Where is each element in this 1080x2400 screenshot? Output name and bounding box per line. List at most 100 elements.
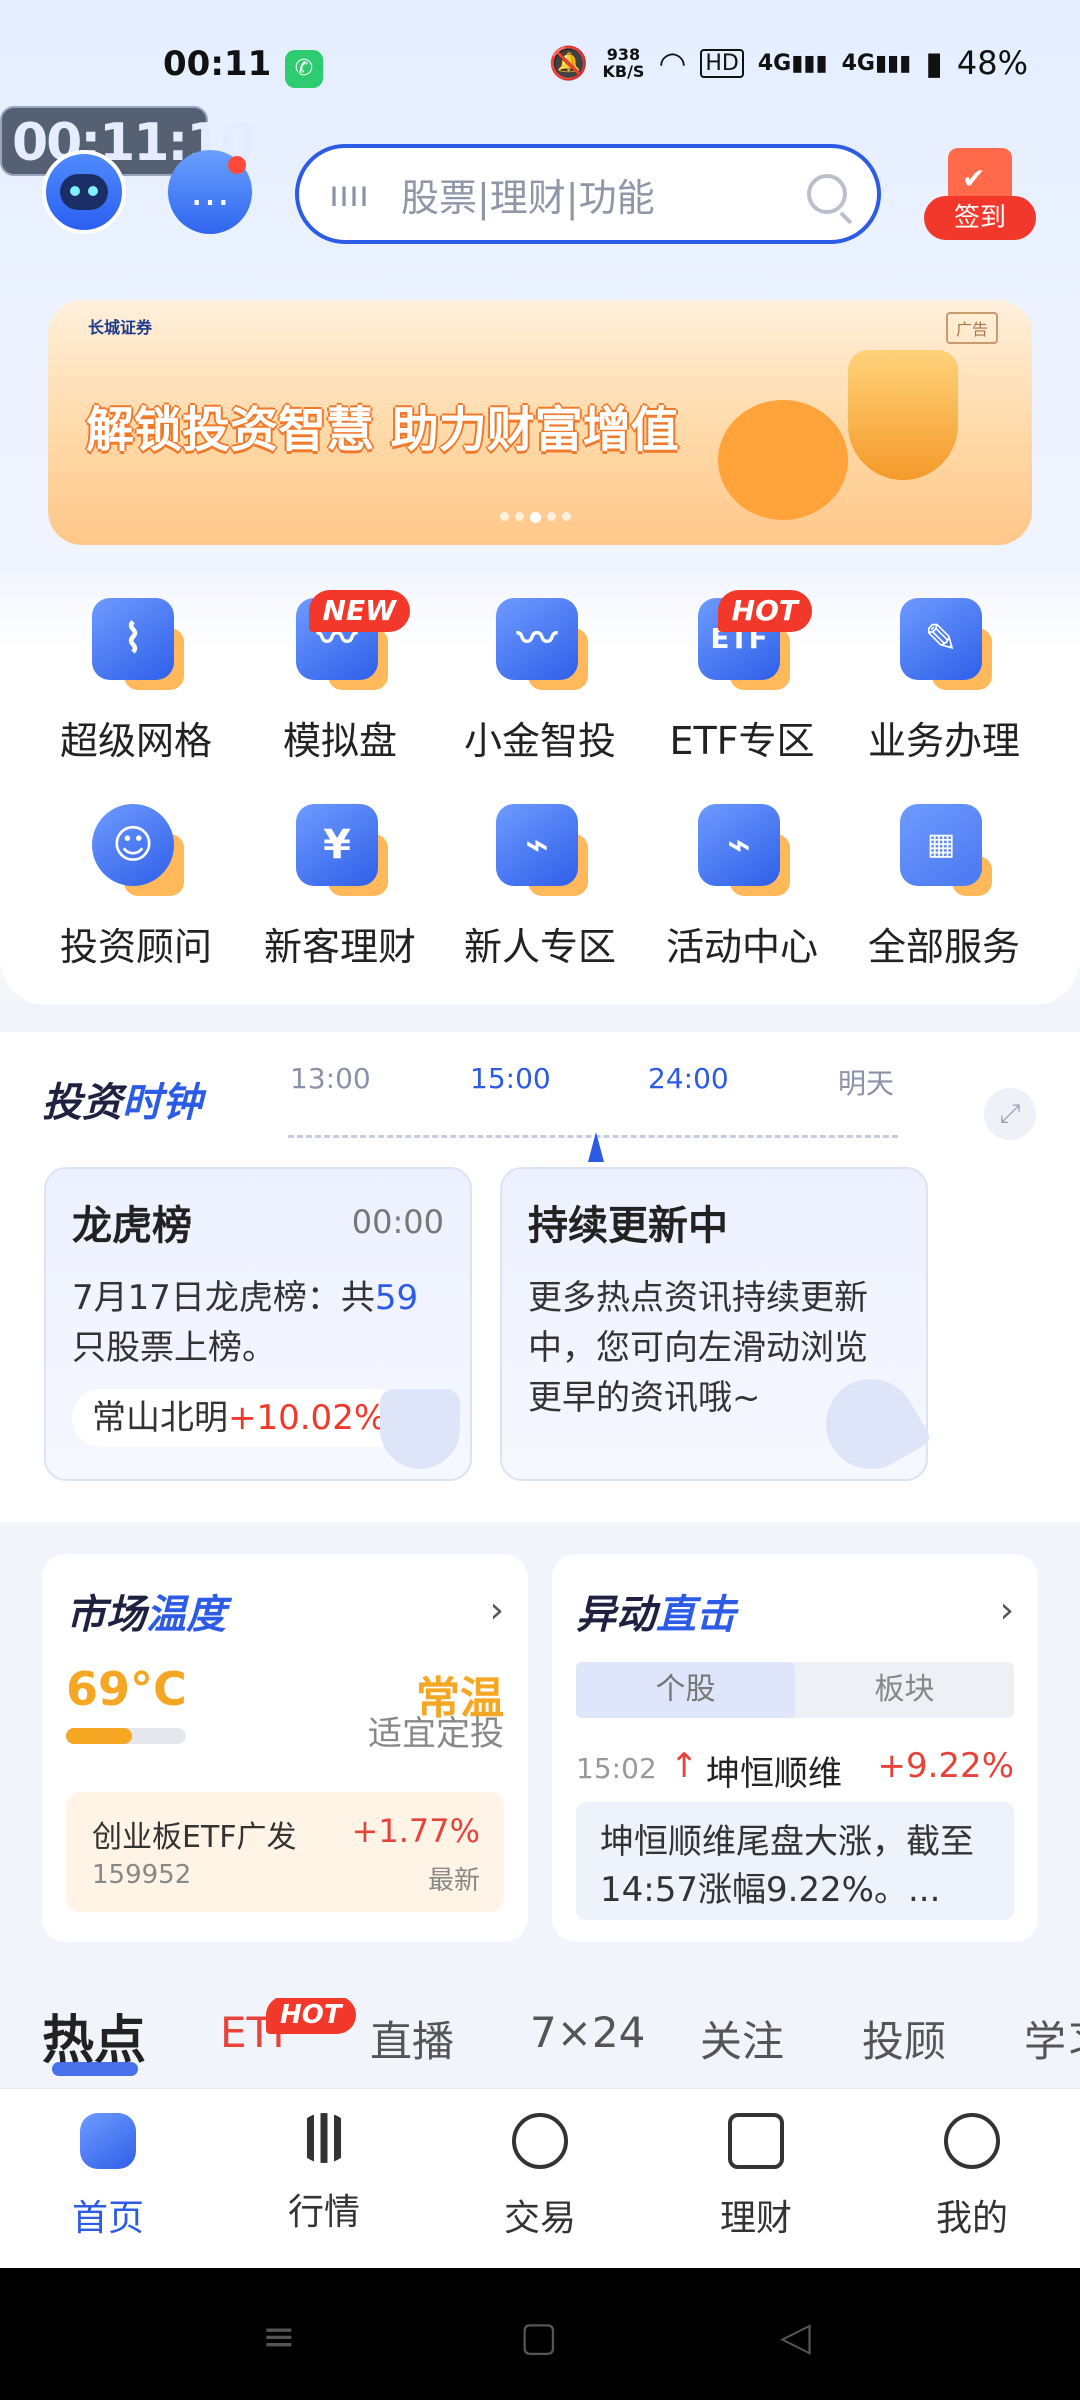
hot-badge: HOT [717, 590, 812, 632]
bag-icon [728, 2113, 784, 2169]
voice-wave-icon: ıııı [329, 173, 370, 215]
market-temperature-card[interactable]: 市场温度 › 69°C 常温 适宜定投 创业板ETF广发 159952 +1.7… [42, 1554, 528, 1942]
service-smart-invest[interactable]: 〰 小金智投 [432, 594, 648, 765]
nav-label: 理财 [719, 2198, 792, 2239]
wifi-icon: ◠ [658, 44, 687, 82]
stock-pill[interactable]: 常山北明+10.02% [72, 1389, 407, 1447]
service-super-grid[interactable]: ⌇ 超级网格 [28, 594, 244, 765]
tab-sectors[interactable]: 板块 [795, 1662, 1014, 1718]
tab-follow[interactable]: 关注 [700, 2008, 784, 2069]
home-icon [80, 2113, 136, 2169]
battery-level: 48% [956, 44, 1028, 82]
etf-note: 最新 [427, 1866, 480, 1896]
robot-assistant-icon[interactable] [42, 150, 126, 234]
arrow-up-icon: ↑ [670, 1746, 699, 1786]
movement-item[interactable]: 15:02 ↑ 坤恒顺维 +9.22% [576, 1744, 1014, 1794]
home-square-icon[interactable]: ▢ [520, 2314, 558, 2360]
hd-icon: HD [700, 48, 744, 78]
trophy-icon [380, 1389, 460, 1469]
service-label: 小金智投 [463, 719, 616, 763]
timeline-tick[interactable]: 明天 [838, 1062, 894, 1102]
service-label: 模拟盘 [282, 719, 397, 763]
banner-pagination [500, 512, 571, 523]
nav-wealth[interactable]: 理财 [656, 2113, 856, 2241]
back-icon[interactable]: ◁ [780, 2314, 811, 2360]
brand-logo: 长城证券 [88, 318, 153, 337]
service-sim-trading[interactable]: 〰 NEW 模拟盘 [232, 590, 448, 765]
tab-7x24[interactable]: 7×24 [530, 2008, 645, 2057]
etf-quote[interactable]: 创业板ETF广发 159952 +1.77% 最新 [66, 1792, 504, 1912]
timeline-tick-active[interactable]: 24:00 [648, 1062, 729, 1095]
updating-card[interactable]: 持续更新中 更多热点资讯持续更新中，您可向左滑动浏览更早的资讯哦~ [500, 1167, 933, 1486]
service-grid: ⌇ 超级网格 〰 NEW 模拟盘 〰 小金智投 ETF HOT ETF专区 ✎ 业务… [0, 560, 1080, 1005]
grid-chart-icon: ⌇ [92, 598, 174, 680]
checkin-button[interactable]: 签到 [924, 148, 1036, 240]
nav-label: 交易 [503, 2198, 576, 2239]
etf-change: +1.77% [351, 1812, 480, 1850]
tab-live[interactable]: 直播 [370, 2008, 454, 2069]
service-label: 全部服务 [867, 925, 1020, 969]
movement-time: 15:02 [576, 1752, 657, 1785]
trade-icon [512, 2113, 568, 2169]
chevron-right-icon[interactable]: › [1000, 1590, 1014, 1631]
message-icon[interactable]: … [168, 150, 252, 234]
service-label: 新人专区 [463, 925, 616, 969]
temperature-advice: 适宜定投 [368, 1714, 504, 1754]
bottom-navigation: 首页 行情 交易 理财 我的 [0, 2088, 1080, 2268]
active-tab-indicator [52, 2062, 138, 2076]
movement-stock-name: 坤恒顺维 [706, 1754, 842, 1794]
service-new-client-wealth[interactable]: ¥ 新客理财 [232, 800, 448, 971]
hot-badge: HOT [266, 1998, 356, 2034]
service-all[interactable]: ▦ 全部服务 [836, 800, 1052, 971]
network-speed: 938 KB/S [602, 45, 645, 81]
service-newcomer[interactable]: ⌁ 新人专区 [432, 800, 648, 971]
nav-market[interactable]: 行情 [224, 2113, 424, 2235]
signal-4g-icon-2: 4G▮▮▮ [841, 50, 912, 76]
unread-dot [228, 156, 246, 174]
checkin-label: 签到 [924, 196, 1036, 240]
service-business[interactable]: ✎ 业务办理 [836, 594, 1052, 765]
owl-pulse-icon: 〰 [496, 598, 578, 680]
market-movement-card[interactable]: 异动直击 › 个股 板块 15:02 ↑ 坤恒顺维 +9.22% 坤恒顺维尾盘大… [552, 1554, 1038, 1942]
service-label: 业务办理 [867, 719, 1020, 763]
search-icon[interactable] [807, 174, 847, 214]
calendar-icon: ⌁ [698, 804, 780, 886]
tab-learn[interactable]: 学习 [1024, 2008, 1080, 2069]
expand-icon[interactable]: ⤢ [984, 1088, 1036, 1140]
pagination-dot [515, 512, 524, 521]
movement-description[interactable]: 坤恒顺维尾盘大涨，截至14:57涨幅9.22%。... [576, 1802, 1014, 1920]
nav-mine[interactable]: 我的 [872, 2113, 1072, 2241]
temperature-bar [66, 1728, 186, 1744]
card-title: 龙虎榜 [72, 1203, 192, 1249]
nav-trade[interactable]: 交易 [440, 2113, 640, 2241]
nav-home[interactable]: 首页 [8, 2113, 208, 2241]
card-time: 00:00 [351, 1203, 444, 1241]
timeline-tick-active[interactable]: 15:00 [470, 1062, 551, 1095]
promo-banner[interactable]: 长城证券 广告 解锁投资智慧 助力财富增值 [48, 300, 1032, 545]
etf-code: 159952 [92, 1860, 192, 1890]
edit-icon: ✎ [900, 598, 982, 680]
search-input[interactable]: ıııı 股票|理财|功能 [295, 144, 881, 244]
service-advisor[interactable]: ☺ 投资顾问 [28, 800, 244, 971]
tab-stocks[interactable]: 个股 [576, 1662, 795, 1718]
timeline-tick[interactable]: 13:00 [290, 1062, 371, 1095]
card-body: 7月17日龙虎榜：共59 只股票上榜。 [72, 1278, 419, 1368]
tab-advisor[interactable]: 投顾 [862, 2008, 946, 2069]
pagination-dot [500, 512, 509, 521]
new-badge: NEW [308, 590, 410, 632]
signal-4g-icon: 4G▮▮▮ [757, 50, 828, 76]
temperature-bar-fill [66, 1728, 132, 1744]
movement-change: +9.22% [877, 1746, 1015, 1786]
yen-icon: ¥ [296, 804, 378, 886]
menu-icon[interactable]: ≡ [262, 2314, 296, 2360]
system-navigation-bar: ≡ ▢ ◁ [0, 2268, 1080, 2400]
timeline-marker [588, 1132, 604, 1162]
chevron-right-icon[interactable]: › [490, 1590, 504, 1631]
battery-icon: ▮ [925, 44, 943, 82]
service-label: 新客理财 [263, 925, 416, 969]
service-activity-center[interactable]: ⌁ 活动中心 [634, 800, 850, 971]
phone-call-icon: ✆ [285, 50, 323, 88]
shield-illustration [848, 350, 958, 480]
service-etf-zone[interactable]: ETF HOT ETF专区 [634, 590, 850, 765]
dragon-tiger-card[interactable]: 龙虎榜 00:00 7月17日龙虎榜：共59 只股票上榜。 常山北明+10.02% [44, 1167, 472, 1481]
